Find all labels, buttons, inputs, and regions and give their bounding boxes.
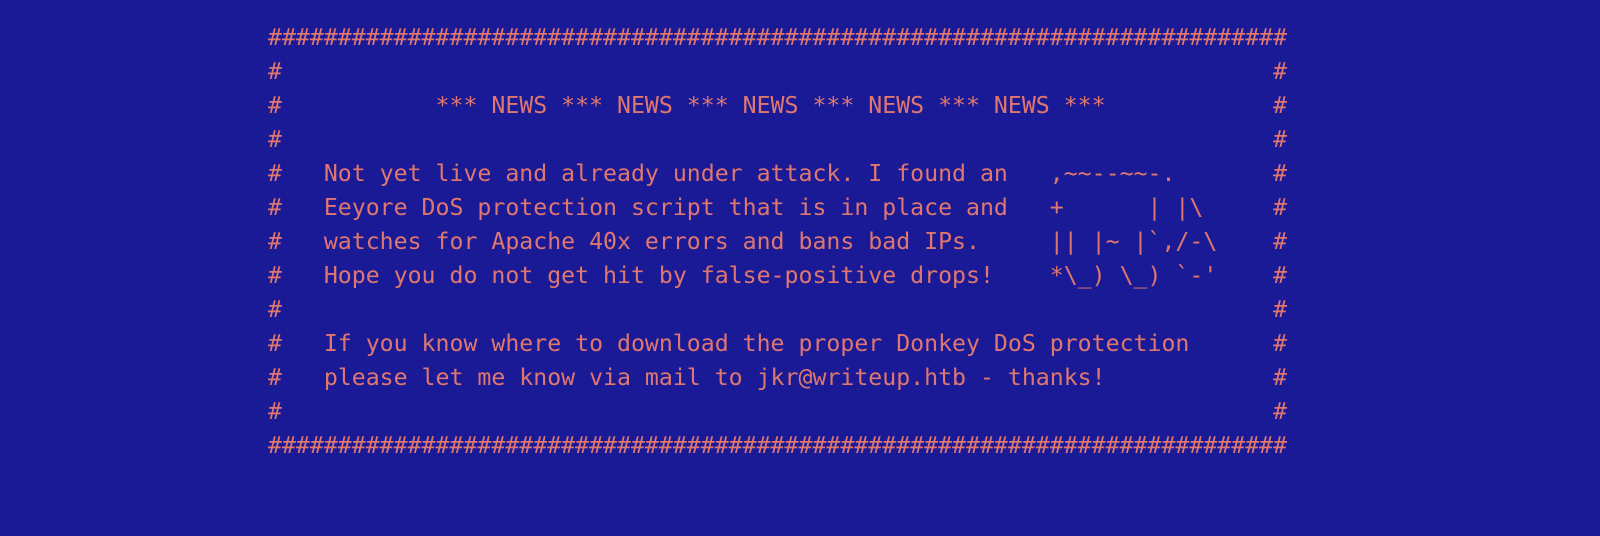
news-body-line: # Hope you do not get hit by false-posit… (268, 261, 1288, 289)
news-body-line: # Eeyore DoS protection script that is i… (268, 193, 1288, 221)
border-top: ########################################… (268, 24, 1288, 51)
news-headline: # *** NEWS *** NEWS *** NEWS *** NEWS **… (268, 91, 1288, 119)
news-body-line: # If you know where to download the prop… (268, 329, 1288, 357)
news-banner: ########################################… (268, 21, 1287, 463)
news-body-line: # Not yet live and already under attack.… (268, 159, 1288, 187)
border-blank-line: # # (268, 57, 1288, 85)
news-contact-line: # please let me know via mail to jkr@wri… (268, 363, 1288, 391)
border-blank-line: # # (268, 295, 1288, 323)
border-blank-line: # # (268, 125, 1288, 153)
border-bottom: ########################################… (268, 431, 1288, 459)
page: ########################################… (0, 0, 1600, 536)
news-body-line: # watches for Apache 40x errors and bans… (268, 227, 1288, 255)
border-blank-line: # # (268, 397, 1288, 425)
